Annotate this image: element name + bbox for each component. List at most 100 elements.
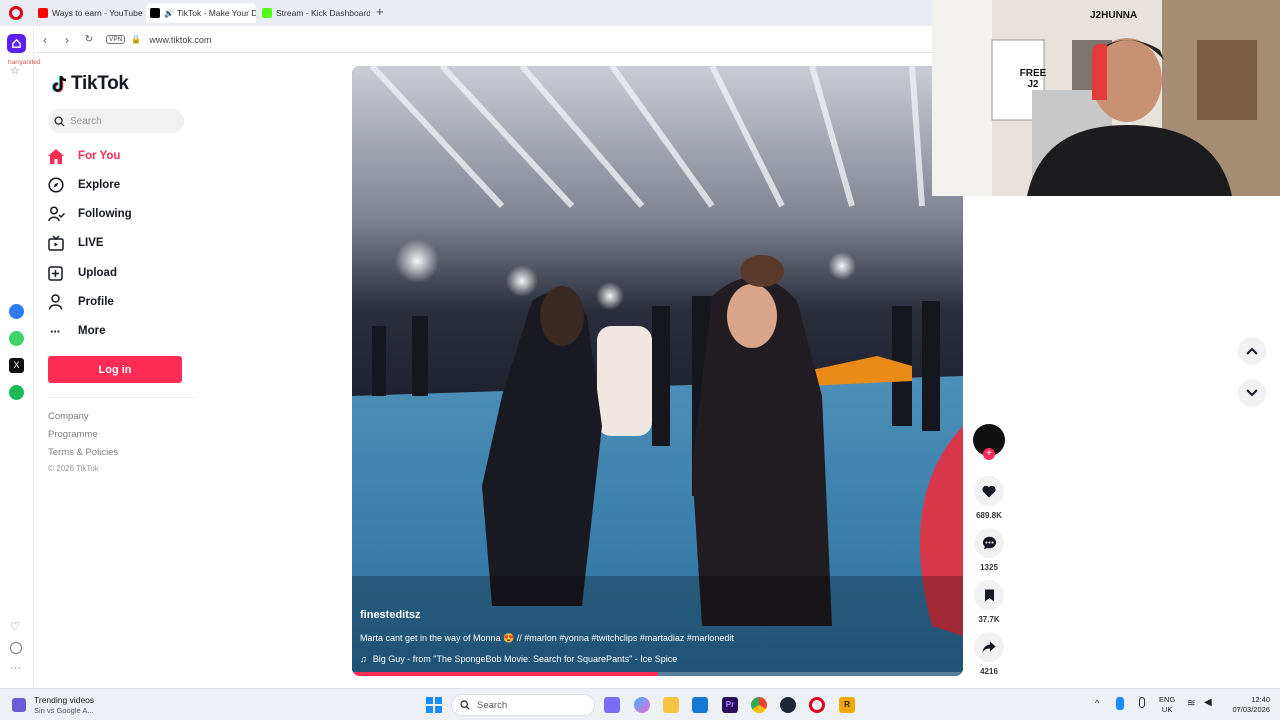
taskbar-search-input[interactable]: Search xyxy=(451,694,595,716)
tiktok-logo[interactable]: TikTok xyxy=(52,73,129,95)
chevron-down-icon xyxy=(1246,389,1258,397)
opera-logo-icon[interactable] xyxy=(9,6,23,20)
video-music[interactable]: ♫ Big Guy - from "The SpongeBob Movie: S… xyxy=(360,654,677,664)
whatsapp-icon[interactable] xyxy=(9,331,24,346)
nav-label: Profile xyxy=(78,296,114,308)
poster-text: FREE J2 xyxy=(1019,68,1047,90)
teams-icon[interactable] xyxy=(604,697,620,713)
outlook-icon[interactable] xyxy=(692,697,708,713)
volume-icon[interactable]: ◀ xyxy=(1204,697,1212,708)
previous-video-button[interactable] xyxy=(1238,337,1266,365)
tab-label: Stream - Kick Dashboard xyxy=(276,8,370,18)
more-options-icon[interactable]: ··· xyxy=(10,662,21,674)
following-icon xyxy=(48,206,78,222)
footer-terms-link[interactable]: Terms & Policies xyxy=(48,447,118,458)
steam-icon[interactable] xyxy=(780,697,796,713)
lang-bottom: UK xyxy=(1161,705,1173,714)
footer-programme-link[interactable]: Programme xyxy=(48,429,98,440)
save-count: 37.7K xyxy=(978,615,1000,624)
tab-tiktok[interactable]: 🔊 TikTok - Make Your Da xyxy=(146,3,256,23)
nav-for-you[interactable]: For You xyxy=(48,143,120,169)
profile-icon xyxy=(48,294,78,310)
news-thumbnail-icon xyxy=(12,698,26,712)
follow-plus-icon[interactable]: + xyxy=(983,448,995,460)
music-note-icon: ♫ xyxy=(360,654,367,664)
youtube-favicon-icon xyxy=(38,8,48,18)
microphone-icon[interactable] xyxy=(1139,697,1145,708)
tab-youtube[interactable]: Ways to earn - YouTube S xyxy=(34,3,144,23)
url-field[interactable]: www.tiktok.com xyxy=(149,35,211,45)
footer-company-link[interactable]: Company xyxy=(48,411,89,422)
notification-subtitle: Siri vs Google A... xyxy=(34,706,94,715)
language-indicator[interactable]: ENG UK xyxy=(1159,695,1175,715)
tiktok-brand: TikTok xyxy=(71,73,129,94)
nav-following[interactable]: Following xyxy=(48,201,132,227)
opera-sidebar: harryanited ☆ X ♡ ··· xyxy=(0,26,41,688)
comment-action[interactable]: 1325 xyxy=(971,528,1007,572)
upload-icon xyxy=(48,265,78,281)
x-twitter-icon[interactable]: X xyxy=(9,358,24,373)
bookmark-icon[interactable] xyxy=(974,580,1004,610)
save-action[interactable]: 37.7K xyxy=(971,580,1007,624)
chrome-icon[interactable] xyxy=(751,697,767,713)
nav-more[interactable]: ··· More xyxy=(48,318,105,344)
premiere-pro-icon[interactable]: Pr xyxy=(722,697,738,713)
nav-label: More xyxy=(78,325,106,337)
tab-kick[interactable]: Stream - Kick Dashboard xyxy=(258,3,370,23)
forward-button[interactable]: › xyxy=(56,33,78,47)
messenger-icon[interactable] xyxy=(9,304,24,319)
video-player[interactable]: finesteditsz Marta cant get in the way o… xyxy=(352,66,963,676)
notification-title: Trending videos xyxy=(34,695,95,705)
video-progress-track[interactable] xyxy=(352,672,963,676)
nav-profile[interactable]: Profile xyxy=(48,289,114,315)
next-video-button[interactable] xyxy=(1238,379,1266,407)
wall-text: J2HUNNA xyxy=(1090,10,1138,21)
more-icon: ··· xyxy=(50,323,61,339)
author-avatar[interactable]: + xyxy=(973,424,1005,460)
wifi-icon[interactable]: ≋ xyxy=(1187,698,1195,709)
login-button[interactable]: Log in xyxy=(48,356,182,383)
new-tab-button[interactable]: + xyxy=(376,4,384,19)
tiktok-note-icon xyxy=(52,75,67,93)
history-icon[interactable] xyxy=(10,642,22,654)
lang-top: ENG xyxy=(1159,695,1176,704)
tiktok-favicon-icon xyxy=(150,8,160,18)
webcam-image xyxy=(932,0,1280,196)
opera-taskbar-icon[interactable] xyxy=(809,697,825,713)
video-caption: Marta cant get in the way of Monna 😍 // … xyxy=(360,633,734,643)
nav-upload[interactable]: Upload xyxy=(48,260,117,286)
comment-icon[interactable] xyxy=(974,528,1004,558)
nav-explore[interactable]: Explore xyxy=(48,172,120,198)
clock[interactable]: 12:40 07/03/2026 xyxy=(1224,695,1270,715)
heart-icon[interactable]: ♡ xyxy=(10,620,20,633)
heart-icon[interactable] xyxy=(974,476,1004,506)
footer-copyright: © 2026 TikTok xyxy=(48,464,99,473)
chevron-up-icon xyxy=(1246,347,1258,355)
vpn-badge[interactable]: VPN xyxy=(106,35,126,44)
share-icon[interactable] xyxy=(974,632,1004,662)
bookmark-star-icon[interactable]: ☆ xyxy=(10,64,20,77)
clock-date: 07/03/2026 xyxy=(1232,705,1270,714)
widgets-button[interactable]: Trending videos Siri vs Google A... xyxy=(12,695,94,715)
share-count: 4216 xyxy=(980,667,998,676)
search-input[interactable]: Search xyxy=(48,109,184,133)
clock-time: 12:40 xyxy=(1251,695,1270,704)
comment-count: 1325 xyxy=(980,563,998,572)
reload-button[interactable]: ↻ xyxy=(78,34,100,45)
video-author[interactable]: finesteditsz xyxy=(360,609,421,621)
kick-favicon-icon xyxy=(262,8,272,18)
tray-overflow-icon[interactable]: ^ xyxy=(1095,698,1099,708)
back-button[interactable]: ‹ xyxy=(34,33,56,47)
like-action[interactable]: 689.8K xyxy=(971,476,1007,520)
file-explorer-icon[interactable] xyxy=(663,697,679,713)
compass-icon xyxy=(48,177,78,193)
home-workspace-icon[interactable] xyxy=(7,34,26,53)
bluetooth-icon[interactable] xyxy=(1116,697,1124,710)
app-r-icon[interactable]: R xyxy=(839,697,855,713)
start-button[interactable] xyxy=(426,697,442,713)
copilot-icon[interactable] xyxy=(634,697,650,713)
video-frame-image xyxy=(352,66,963,676)
spotify-icon[interactable] xyxy=(9,385,24,400)
nav-live[interactable]: LIVE xyxy=(48,230,104,256)
share-action[interactable]: 4216 xyxy=(971,632,1007,676)
